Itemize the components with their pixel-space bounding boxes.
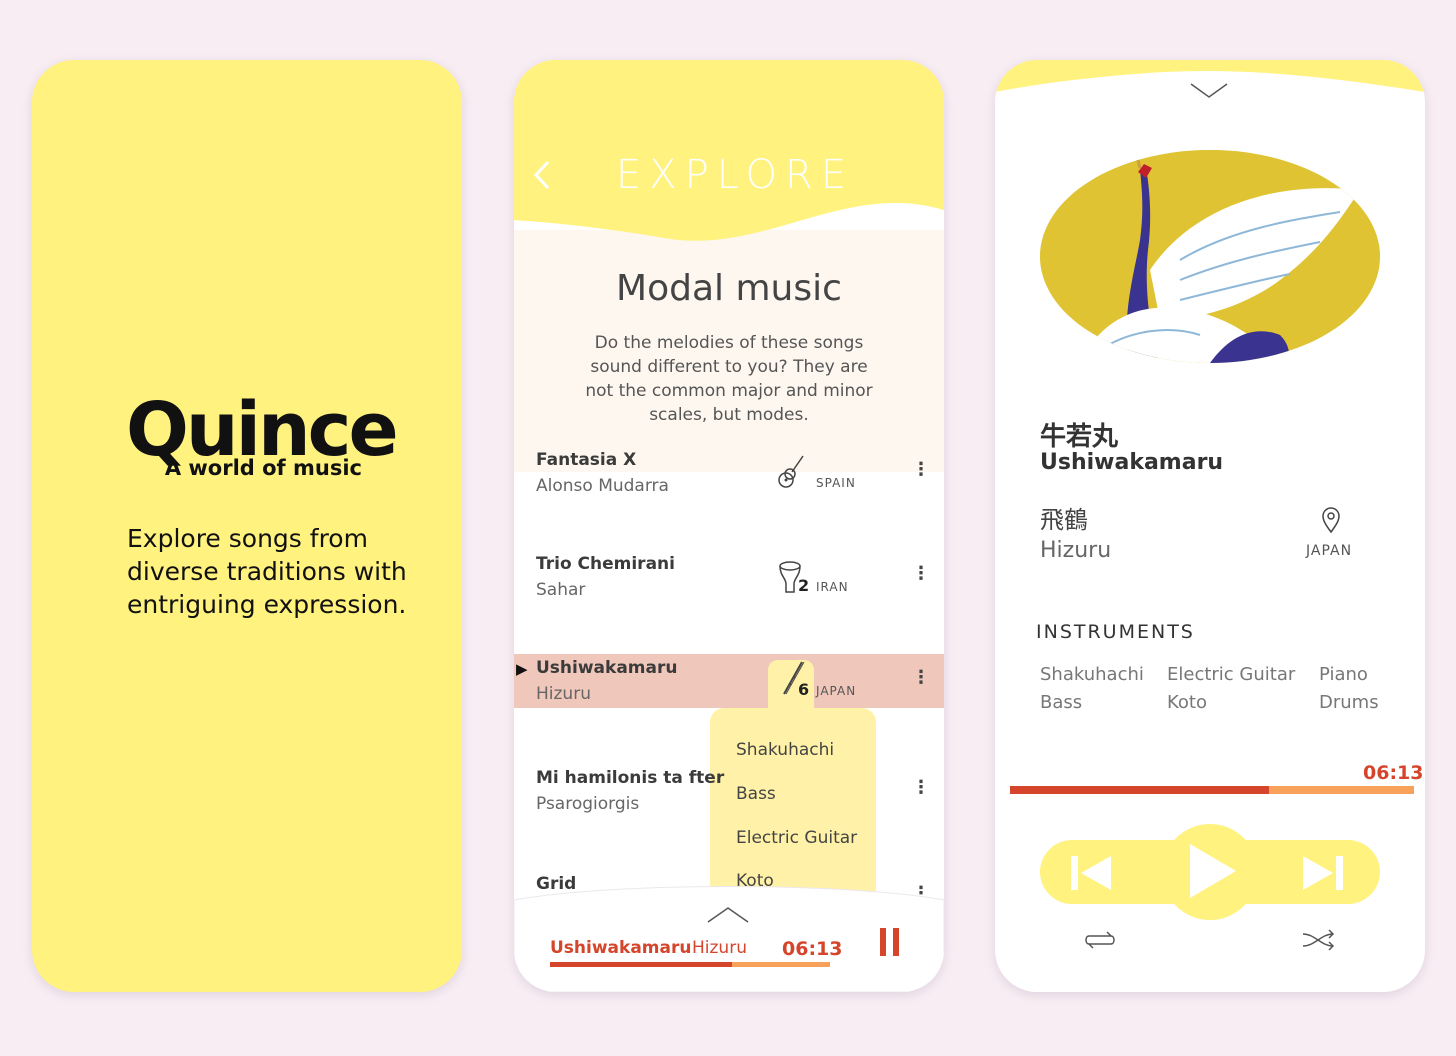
song-artist: Sahar [536, 580, 586, 600]
section-description: Do the melodies of these songs sound dif… [585, 333, 873, 425]
dropdown-item[interactable]: Shakuhachi [736, 740, 834, 760]
shuffle-icon[interactable] [1301, 928, 1337, 952]
section-heading: Modal music [616, 268, 842, 309]
explore-screen: EXPLORE Modal music Do the melodies of t… [514, 60, 944, 992]
song-country: JAPAN [816, 684, 857, 698]
song-artist: Hizuru [536, 684, 591, 704]
song-title: Fantasia X [536, 450, 637, 470]
dropdown-item[interactable]: Electric Guitar [736, 828, 857, 848]
song-row-active[interactable]: Ushiwakamaru Hizuru 6 JAPAN ⋮ [514, 658, 944, 712]
instrument-count: 2 [798, 576, 810, 595]
elapsed-time: 06:13 [1363, 762, 1424, 784]
now-playing-screen: 牛若丸 Ushiwakamaru 飛鶴 Hizuru JAPAN INSTRUM… [995, 60, 1425, 992]
artist-name: Hizuru [1040, 538, 1112, 563]
more-options-button[interactable]: ⋮ [912, 776, 930, 800]
splash-screen: Quince A world of music Explore songs fr… [32, 60, 462, 992]
mini-player-title: Ushiwakamaru [550, 938, 692, 958]
next-track-icon[interactable] [1301, 856, 1343, 890]
pause-icon[interactable] [880, 928, 900, 956]
instrument-count: 6 [798, 680, 810, 699]
song-title: Ushiwakamaru [1040, 450, 1224, 475]
song-title: Trio Chemirani [536, 554, 675, 574]
song-row[interactable]: Trio Chemirani Sahar 2 IRAN ⋮ [514, 554, 944, 608]
guitar-icon [778, 455, 804, 488]
instrument-label: Bass [1040, 692, 1083, 713]
instrument-label: Piano [1319, 664, 1368, 685]
instruments-heading: INSTRUMENTS [1036, 621, 1195, 643]
crane-painting-image [1040, 150, 1380, 363]
song-title-japanese: 牛若丸 [1040, 422, 1119, 452]
instrument-label: Drums [1319, 692, 1379, 713]
play-icon[interactable] [1188, 842, 1238, 900]
more-options-button[interactable]: ⋮ [912, 562, 930, 586]
mini-player-artist: Hizuru [692, 938, 747, 958]
song-title: Ushiwakamaru [536, 658, 678, 678]
chevron-down-icon[interactable] [1189, 82, 1229, 100]
song-title: Mi hamilonis ta fter [536, 768, 725, 788]
previous-track-icon[interactable] [1071, 856, 1113, 890]
song-row[interactable]: Fantasia X Alonso Mudarra SPAIN ⋮ [514, 450, 944, 504]
album-artwork [1040, 150, 1380, 363]
progress-bar-fill [1010, 786, 1269, 794]
song-artist: Psarogiorgis [536, 794, 640, 814]
progress-bar[interactable] [1010, 786, 1414, 794]
repeat-icon[interactable] [1083, 928, 1117, 952]
song-country: SPAIN [816, 476, 856, 490]
more-options-button[interactable]: ⋮ [912, 666, 930, 690]
mini-player-time: 06:13 [782, 938, 843, 960]
instrument-label: Electric Guitar [1167, 664, 1296, 685]
artist-name-japanese: 飛鶴 [1040, 506, 1088, 534]
quince-logo: Quince A world of music [126, 390, 399, 480]
song-country: IRAN [816, 580, 849, 594]
mini-player-progress[interactable] [550, 962, 830, 967]
song-row[interactable]: Mi hamilonis ta fter Psarogiorgis ⋮ [514, 768, 944, 822]
song-country: JAPAN [1306, 543, 1353, 559]
logo-tagline: A world of music [164, 456, 362, 480]
instrument-label: Koto [1167, 692, 1207, 713]
more-options-button[interactable]: ⋮ [912, 458, 930, 482]
mini-player-progress-fill [550, 962, 732, 967]
page-title: EXPLORE [615, 152, 855, 198]
instrument-label: Shakuhachi [1040, 664, 1144, 685]
splash-description: Explore songs from diverse traditions wi… [127, 524, 407, 619]
location-pin-icon [1322, 507, 1340, 534]
chevron-up-icon[interactable] [706, 904, 750, 924]
song-artist: Alonso Mudarra [536, 476, 669, 496]
